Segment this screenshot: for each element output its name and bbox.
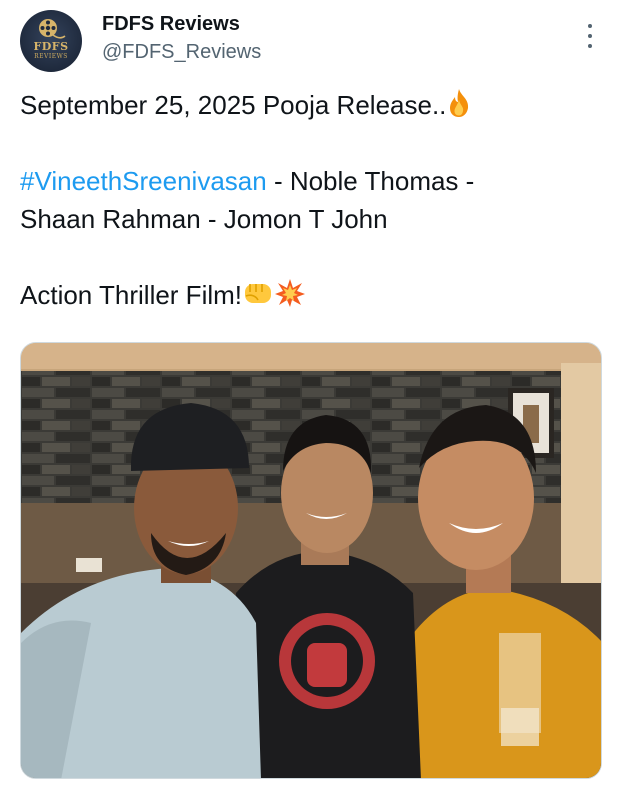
avatar[interactable]: FDFS REVIEWS	[20, 10, 82, 72]
hashtag-link[interactable]: #VineethSreenivasan	[20, 166, 267, 196]
tweet-line-4: Action Thriller Film!	[20, 276, 605, 314]
more-options-icon	[588, 24, 592, 28]
tweet-line-4-text: Action Thriller Film!	[20, 280, 243, 310]
tweet-line-2-text: - Noble Thomas -	[266, 166, 475, 196]
tweet-line-1: September 25, 2025 Pooja Release..	[20, 86, 605, 124]
collision-emoji	[275, 279, 306, 307]
tweet-line-3: Shaan Rahman - Jomon T John	[20, 204, 388, 234]
avatar-logo-subtext: REVIEWS	[34, 53, 68, 60]
tweet-text: September 25, 2025 Pooja Release.. #Vine…	[20, 86, 605, 314]
user-handle[interactable]: @FDFS_Reviews	[102, 41, 261, 64]
display-name[interactable]: FDFS Reviews	[102, 13, 240, 36]
tweet-line-1-text: September 25, 2025 Pooja Release..	[20, 90, 447, 120]
film-reel-icon	[39, 19, 66, 39]
more-options-button[interactable]	[584, 24, 596, 48]
avatar-logo-text: FDFS	[33, 40, 69, 53]
fire-emoji	[450, 89, 469, 117]
photo-image	[21, 343, 601, 778]
oncoming-fist-emoji	[245, 284, 272, 303]
tweet-photo[interactable]	[20, 342, 602, 779]
tweet-line-2: #VineethSreenivasan - Noble Thomas -	[20, 162, 605, 200]
